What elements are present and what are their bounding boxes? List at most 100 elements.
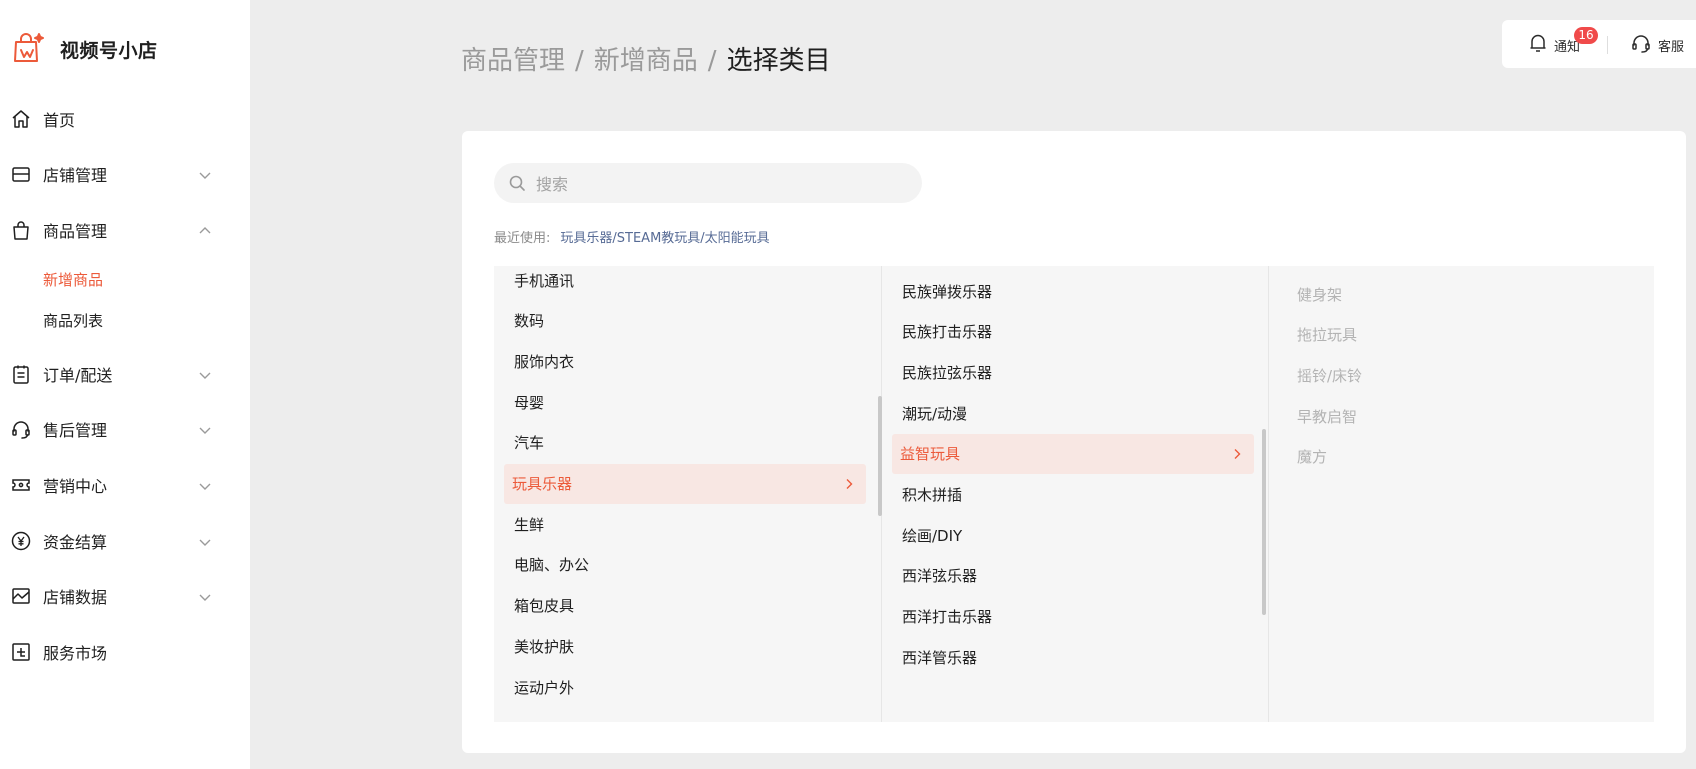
sidebar-item-store[interactable]: 店铺管理	[0, 154, 250, 194]
store-icon	[10, 163, 32, 185]
category-item-label: 电脑、办公	[514, 556, 590, 575]
sidebar-item-marketing[interactable]: 营销中心	[0, 465, 250, 505]
chevron-down-icon	[198, 422, 212, 436]
category-item[interactable]: 运动户外	[504, 667, 866, 707]
category-item-label: 汽车	[514, 434, 545, 453]
sidebar-item-after-sales[interactable]: 售后管理	[0, 409, 250, 449]
category-item-label: 手机通讯	[514, 271, 575, 290]
sidebar-item-label: 服务市场	[43, 644, 108, 663]
search-input[interactable]	[534, 163, 908, 205]
sidebar-item-service-market[interactable]: 服务市场	[0, 632, 250, 672]
sidebar-subitem-product-list[interactable]: 商品列表	[43, 310, 103, 331]
notify-badge: 16	[1574, 27, 1598, 44]
chart-icon	[10, 585, 32, 607]
category-level3-list[interactable]: 健身架拖拉玩具摇铃/床铃早教启智魔方	[1268, 266, 1654, 722]
divider	[1607, 36, 1608, 54]
category-item[interactable]: 西洋弦乐器	[892, 556, 1254, 596]
category-item[interactable]: 民族打击乐器	[892, 312, 1254, 352]
chevron-right-icon	[1234, 448, 1241, 459]
breadcrumb-separator: /	[707, 46, 717, 76]
breadcrumb-products[interactable]: 商品管理	[461, 46, 565, 76]
category-item[interactable]: 摇铃/床铃	[1279, 355, 1641, 395]
category-item[interactable]: 母婴	[504, 382, 866, 422]
notify-button[interactable]: 通知	[1528, 32, 1580, 58]
category-item[interactable]: 电脑、办公	[504, 545, 866, 585]
yuan-icon	[10, 530, 32, 552]
recent-label: 最近使用:	[494, 231, 551, 246]
sidebar-item-orders[interactable]: 订单/配送	[0, 354, 250, 394]
category-item[interactable]: 手机通讯	[504, 266, 866, 300]
category-item-label: 绘画/DIY	[902, 526, 963, 545]
category-item-label: 益智玩具	[900, 445, 961, 464]
search-box[interactable]	[494, 163, 922, 205]
breadcrumb-add-product[interactable]: 新增商品	[594, 46, 698, 76]
category-item[interactable]: 汽车	[504, 423, 866, 463]
sidebar-item-label: 首页	[43, 111, 76, 130]
sidebar-item-label: 售后管理	[43, 421, 108, 440]
category-item-label: 数码	[514, 312, 545, 331]
sidebar-item-label: 订单/配送	[43, 366, 113, 385]
category-level2-list[interactable]: 民族弹拨乐器 民族打击乐器民族拉弦乐器 潮玩/动漫益智玩具积木拼插绘画/DIY 西洋弦…	[881, 266, 1268, 722]
category-item-label: 美妆护肤	[514, 637, 575, 656]
level2-scrollbar[interactable]	[1262, 429, 1266, 615]
category-item-label: 生鲜	[514, 515, 545, 534]
chevron-right-icon	[846, 478, 853, 489]
sidebar-item-label: 营销中心	[43, 477, 108, 496]
sidebar-item-store-data[interactable]: 店铺数据	[0, 576, 250, 616]
breadcrumb-separator: /	[575, 46, 584, 76]
chevron-down-icon	[198, 589, 212, 603]
recent-used: 最近使用: 玩具乐器/STEAM教玩具/太阳能玩具	[494, 227, 770, 246]
brand[interactable]: 视频号小店	[12, 30, 158, 68]
category-item[interactable]: 美妆护肤	[504, 626, 866, 666]
category-item[interactable]: 生鲜	[504, 504, 866, 544]
chevron-down-icon	[198, 167, 212, 181]
category-item-label: 拖拉玩具	[1297, 326, 1358, 345]
category-item[interactable]: 积木拼插	[892, 475, 1254, 515]
category-item-label: 潮玩/动漫	[902, 404, 968, 423]
category-item[interactable]: 民族弹拨乐器	[892, 271, 1254, 311]
sidebar-item-settlement[interactable]: 资金结算	[0, 521, 250, 561]
sidebar-item-label: 资金结算	[43, 533, 108, 552]
category-item[interactable]: 服饰内衣	[504, 341, 866, 381]
category-level1-list[interactable]: 手机通讯数码服饰内衣母婴汽车玩具乐器生鲜电脑、办公箱包皮具美妆护肤运动户外	[494, 266, 880, 722]
bag-icon	[10, 219, 32, 241]
category-item[interactable]: 箱包皮具	[504, 586, 866, 626]
order-icon	[10, 363, 32, 385]
search-icon	[508, 174, 526, 192]
category-item-label: 早教启智	[1297, 407, 1358, 426]
category-item[interactable]: 数码	[504, 301, 866, 341]
sidebar-item-products[interactable]: 商品管理	[0, 210, 250, 250]
category-item[interactable]: 民族拉弦乐器	[892, 352, 1254, 392]
category-item[interactable]: 魔方	[1279, 437, 1641, 477]
sidebar-item-home[interactable]: 首页	[0, 99, 250, 139]
category-item[interactable]: 玩具乐器	[504, 463, 866, 504]
category-item-label: 母婴	[514, 393, 545, 412]
topbar: 通知 16 客服	[1502, 20, 1696, 68]
chevron-down-icon	[198, 534, 212, 548]
brand-name: 视频号小店	[60, 39, 158, 62]
category-item[interactable]: 益智玩具	[892, 433, 1254, 474]
sidebar-subitem-add-product[interactable]: 新增商品	[43, 269, 103, 290]
chevron-up-icon	[198, 223, 212, 237]
recent-category-link[interactable]: 玩具乐器/STEAM教玩具/太阳能玩具	[560, 231, 769, 246]
category-item-label: 健身架	[1297, 285, 1343, 304]
category-item[interactable]: 拖拉玩具	[1279, 315, 1641, 355]
category-item[interactable]: 健身架	[1279, 274, 1641, 314]
sidebar-item-label: 店铺数据	[43, 588, 108, 607]
customer-service-button[interactable]: 客服	[1630, 32, 1684, 58]
category-item[interactable]: 西洋管乐器	[892, 637, 1254, 677]
category-item[interactable]: 早教启智	[1279, 396, 1641, 436]
chevron-down-icon	[198, 478, 212, 492]
page-title: 选择类目	[726, 46, 831, 76]
level1-scrollbar[interactable]	[878, 396, 882, 516]
category-item[interactable]: 西洋打击乐器	[892, 597, 1254, 637]
category-item-label: 民族拉弦乐器	[902, 363, 993, 382]
sidebar-item-label: 商品管理	[43, 222, 108, 241]
chevron-down-icon	[198, 367, 212, 381]
category-item[interactable]: 潮玩/动漫	[892, 393, 1254, 433]
breadcrumb: 商品管理 / 新增商品 / 选择类目	[461, 40, 831, 77]
category-item[interactable]: 绘画/DIY	[892, 515, 1254, 555]
category-item-label: 积木拼插	[902, 486, 963, 504]
market-icon	[10, 641, 32, 663]
category-panel: 最近使用: 玩具乐器/STEAM教玩具/太阳能玩具 手机通讯数码服饰内衣母婴汽车玩…	[462, 131, 1686, 753]
